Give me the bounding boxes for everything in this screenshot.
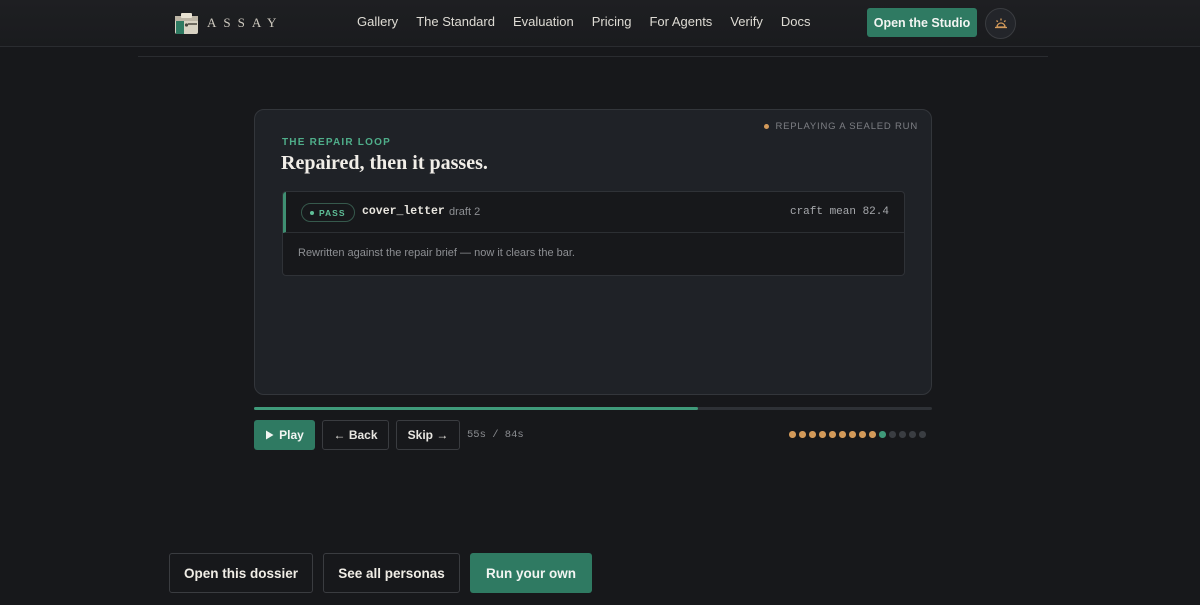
play-icon [266,430,274,440]
result-header: PASS cover_letter draft 2 craft mean 82.… [283,192,904,233]
card-title: Repaired, then it passes. [281,152,488,174]
assay-box-icon [174,11,199,35]
nav-pricing[interactable]: Pricing [592,14,632,29]
step-dot[interactable] [919,431,926,438]
craft-score: craft mean 82.4 [789,206,889,218]
step-dot[interactable] [799,431,806,438]
main-nav: Gallery The Standard Evaluation Pricing … [357,14,810,29]
step-dot[interactable] [909,431,916,438]
site-header: ASSAY Gallery The Standard Evaluation Pr… [0,0,1200,47]
status-dot-icon [764,124,770,129]
brand-logo[interactable]: ASSAY [174,11,283,35]
step-dot[interactable] [849,431,856,438]
theme-toggle-button[interactable] [985,8,1016,39]
step-dot[interactable] [889,431,896,438]
section-eyebrow: THE REPAIR LOOP [282,137,391,148]
step-dot[interactable] [819,431,826,438]
play-button-label: Play [279,428,304,442]
step-dot[interactable] [869,431,876,438]
see-personas-button[interactable]: See all personas [323,553,460,593]
step-indicator [789,431,926,438]
draft-label: draft 2 [449,206,481,218]
step-dot[interactable] [789,431,796,438]
replay-progress-bar[interactable] [254,407,932,410]
result-description: Rewritten against the repair brief — now… [298,247,575,259]
pass-dot-icon [310,210,314,215]
pass-badge-label: PASS [319,207,346,218]
nav-for-agents[interactable]: For Agents [649,14,712,29]
step-dot[interactable] [829,431,836,438]
step-dot[interactable] [809,431,816,438]
open-dossier-button[interactable]: Open this dossier [169,553,313,593]
replay-card: REPLAYING A SEALED RUN THE REPAIR LOOP R… [254,109,932,395]
nav-verify[interactable]: Verify [730,14,763,29]
replay-status: REPLAYING A SEALED RUN [764,121,918,132]
replay-status-label: REPLAYING A SEALED RUN [775,121,918,132]
nav-docs[interactable]: Docs [781,14,811,29]
sun-icon [994,18,1007,28]
nav-evaluation[interactable]: Evaluation [513,14,574,29]
result-panel: PASS cover_letter draft 2 craft mean 82.… [282,191,905,276]
run-your-own-button[interactable]: Run your own [470,553,592,593]
nav-gallery[interactable]: Gallery [357,14,398,29]
step-dot[interactable] [899,431,906,438]
open-studio-button[interactable]: Open the Studio [867,8,977,37]
nav-the-standard[interactable]: The Standard [416,14,495,29]
section-divider [138,56,1048,57]
play-button[interactable]: Play [254,420,315,450]
playback-time: 55s / 84s [467,429,524,441]
step-dot[interactable] [839,431,846,438]
brand-name: ASSAY [207,15,284,30]
replay-progress-fill [254,407,699,410]
step-dot[interactable] [879,431,886,438]
pass-badge: PASS [301,203,355,222]
back-button[interactable]: ← Back [322,420,389,450]
artifact-name: cover_letter [362,205,445,218]
skip-button[interactable]: Skip → [396,420,460,450]
step-dot[interactable] [859,431,866,438]
